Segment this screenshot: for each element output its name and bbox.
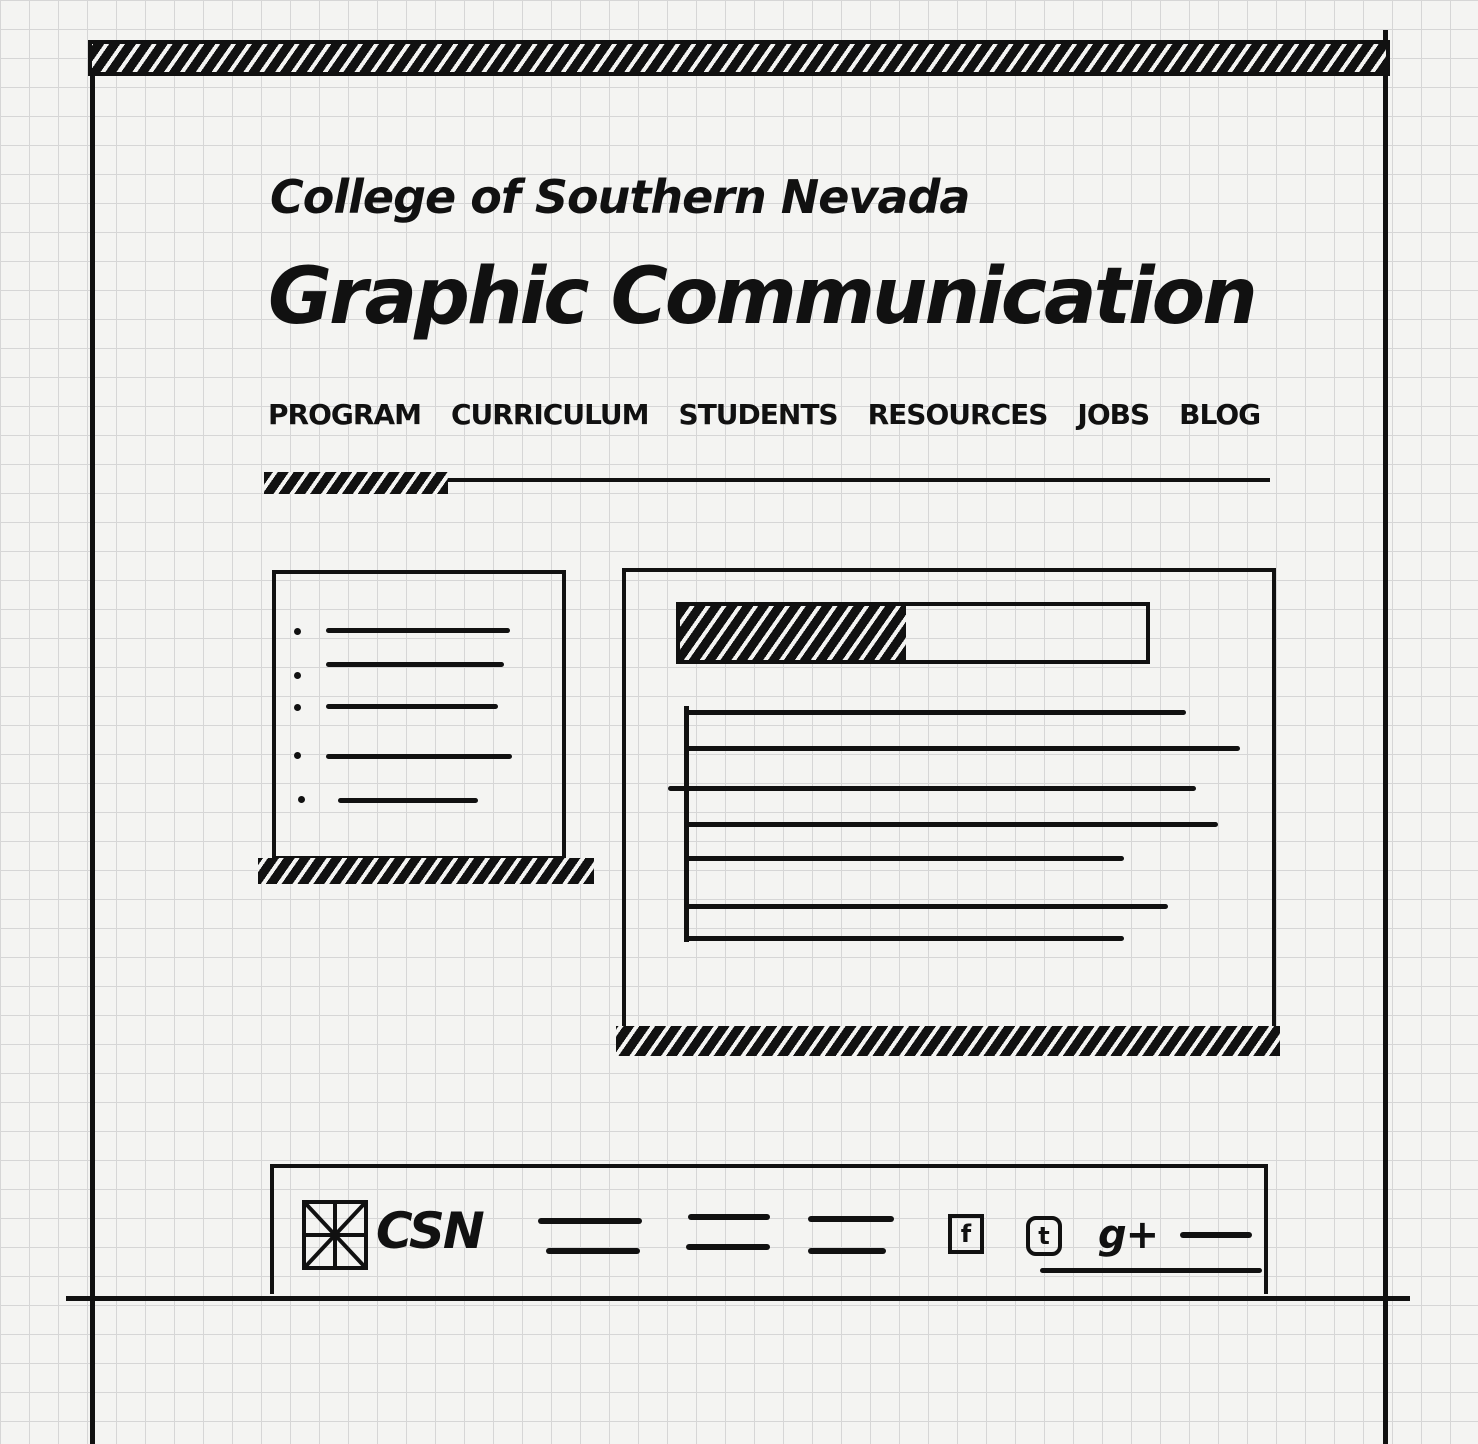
list-bullet xyxy=(294,628,301,635)
footer-underline xyxy=(1040,1268,1262,1273)
nav-active-indicator xyxy=(264,472,448,494)
text-line-placeholder xyxy=(684,856,1124,861)
list-item-placeholder[interactable] xyxy=(326,662,504,667)
facebook-icon[interactable]: f xyxy=(948,1214,984,1254)
nav-item-resources[interactable]: RESOURCES xyxy=(868,398,1049,431)
nav-item-students[interactable]: STUDENTS xyxy=(679,398,839,431)
content-card-footer xyxy=(616,1026,1280,1056)
footer-link-placeholder[interactable] xyxy=(538,1218,642,1224)
college-name: College of Southern Nevada xyxy=(270,170,970,224)
list-item-placeholder[interactable] xyxy=(326,704,498,709)
footer-logo-text: CSN xyxy=(376,1202,485,1260)
main-nav: PROGRAM CURRICULUM STUDENTS RESOURCES JO… xyxy=(268,392,1268,436)
footer-link-placeholder[interactable] xyxy=(686,1244,770,1250)
site-title: Graphic Communication xyxy=(268,252,1258,342)
list-item-placeholder[interactable] xyxy=(326,754,512,759)
list-item-placeholder[interactable] xyxy=(338,798,478,803)
footer-link-placeholder[interactable] xyxy=(808,1248,886,1254)
footer-link-placeholder[interactable] xyxy=(1180,1232,1252,1238)
twitter-icon[interactable]: t xyxy=(1026,1216,1062,1256)
list-bullet xyxy=(298,796,305,803)
footer-bottom-rule xyxy=(66,1296,1410,1301)
sidebar-card xyxy=(272,570,566,860)
nav-item-program[interactable]: PROGRAM xyxy=(268,398,422,431)
csn-logo-icon[interactable] xyxy=(302,1200,368,1270)
list-bullet xyxy=(294,672,301,679)
footer-link-placeholder[interactable] xyxy=(546,1248,640,1254)
text-line-placeholder xyxy=(684,904,1168,909)
browser-frame-left xyxy=(90,40,95,1444)
nav-item-jobs[interactable]: JOBS xyxy=(1077,398,1150,431)
list-item-placeholder[interactable] xyxy=(326,628,510,633)
browser-frame-right xyxy=(1383,30,1388,1444)
text-line-placeholder xyxy=(684,936,1124,941)
nav-item-curriculum[interactable]: CURRICULUM xyxy=(451,398,650,431)
footer-link-placeholder[interactable] xyxy=(688,1214,770,1220)
text-line-placeholder xyxy=(684,822,1218,827)
sidebar-card-footer xyxy=(258,858,594,884)
text-line-placeholder xyxy=(668,786,1196,791)
footer-link-placeholder[interactable] xyxy=(808,1216,894,1222)
text-line-placeholder xyxy=(684,746,1240,751)
list-bullet xyxy=(294,752,301,759)
logo-cross-icon xyxy=(306,1204,364,1266)
text-line-placeholder xyxy=(684,710,1186,715)
browser-toolbar xyxy=(88,40,1390,76)
google-plus-icon[interactable]: g+ xyxy=(1098,1212,1159,1258)
nav-item-blog[interactable]: BLOG xyxy=(1179,398,1261,431)
list-bullet xyxy=(294,704,301,711)
content-heading-fill xyxy=(680,606,906,660)
